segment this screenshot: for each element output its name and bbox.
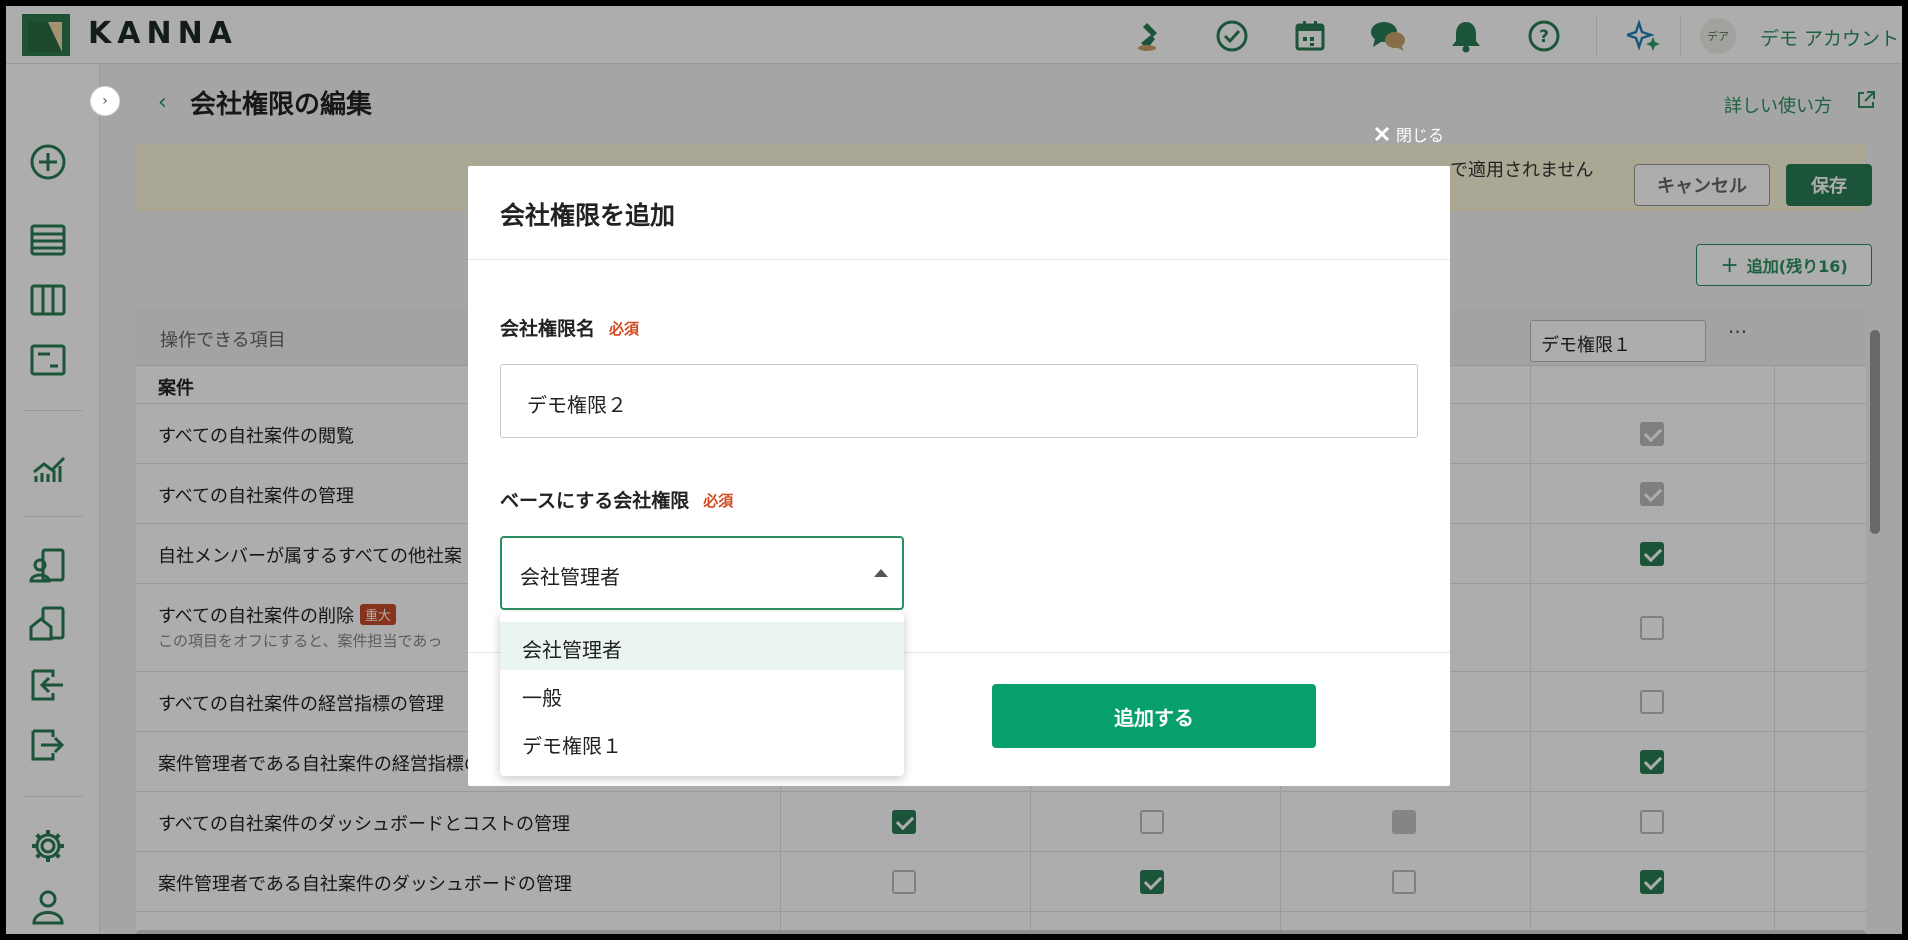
modal-header: 会社権限を追加 xyxy=(468,166,1450,260)
dropdown-option[interactable]: 一般 xyxy=(500,670,904,718)
base-permission-dropdown: 会社管理者 一般 デモ権限１ xyxy=(500,612,904,776)
app-window: KANNA ? デア デモ アカウント › ‹ 会社権限の編集 詳しい使い方 で… xyxy=(6,6,1902,934)
base-permission-select[interactable]: 会社管理者 xyxy=(500,536,904,610)
submit-add-button[interactable]: 追加する xyxy=(992,684,1316,748)
required-badge: 必須 xyxy=(703,492,734,510)
name-field-label: 会社権限名 必須 xyxy=(500,314,639,341)
base-label-text: ベースにする会社権限 xyxy=(500,490,690,512)
sidebar-collapse-button[interactable]: › xyxy=(90,86,120,116)
close-button[interactable]: 閉じる xyxy=(1374,122,1444,146)
close-icon xyxy=(1374,126,1390,142)
modal-title: 会社権限を追加 xyxy=(500,201,676,230)
required-badge: 必須 xyxy=(609,320,640,338)
close-label: 閉じる xyxy=(1396,126,1445,145)
permission-name-input[interactable]: デモ権限２ xyxy=(500,364,1418,438)
name-label-text: 会社権限名 xyxy=(500,318,596,340)
dropdown-option[interactable]: 会社管理者 xyxy=(500,622,904,670)
base-field-label: ベースにする会社権限 必須 xyxy=(500,486,733,513)
caret-up-icon[interactable] xyxy=(874,569,888,577)
dropdown-option[interactable]: デモ権限１ xyxy=(500,718,904,766)
